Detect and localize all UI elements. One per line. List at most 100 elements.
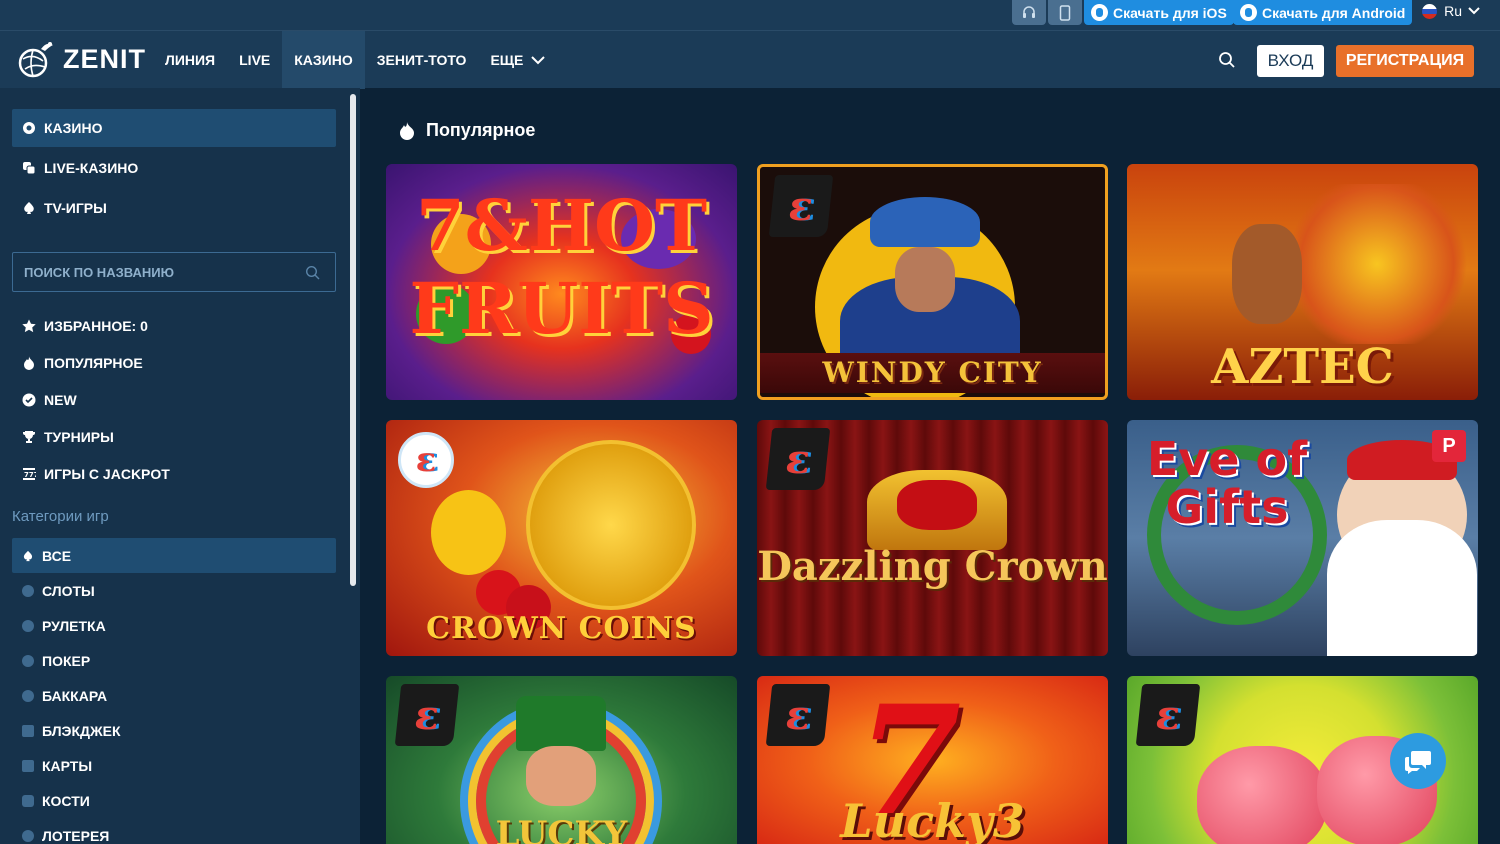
chat-bubble-icon: [1405, 751, 1431, 774]
trophy-icon: [23, 431, 35, 443]
provider-badge: ε: [765, 684, 831, 746]
cards-icon: [22, 759, 34, 772]
top-strip: Скачать для iOS Скачать для Android Ru: [0, 0, 1500, 30]
category-label: БЛЭКДЖЕК: [42, 722, 121, 739]
apple-icon: [1091, 4, 1108, 21]
category-dice[interactable]: КОСТИ: [12, 783, 336, 818]
sidebar-item-label: LIVE-КАЗИНО: [44, 160, 139, 176]
spade-icon: [23, 550, 33, 561]
category-all[interactable]: ВСЕ: [12, 538, 336, 573]
category-label: РУЛЕТКА: [42, 617, 106, 634]
main-header: ZENIT ЛИНИЯ LIVE КАЗИНО ЗЕНИТ-ТОТО ЕЩЕ В…: [0, 30, 1500, 89]
category-lottery[interactable]: ЛОТЕРЕЯ: [12, 818, 336, 844]
dice-icon: [23, 162, 36, 175]
zenit-logo[interactable]: ZENIT: [15, 39, 146, 79]
nav-item-zenit-toto[interactable]: ЗЕНИТ-ТОТО: [365, 31, 479, 89]
provider-badge: ε: [394, 684, 460, 746]
roulette-icon: [22, 619, 34, 632]
category-label: КАРТЫ: [42, 757, 93, 774]
login-button[interactable]: ВХОД: [1257, 45, 1324, 77]
logo-text: ZENIT: [63, 43, 146, 74]
category-label: КОСТИ: [42, 792, 90, 809]
provider-badge: ε: [768, 175, 834, 237]
game-tile-windy-city[interactable]: ε WINDY CITY: [757, 164, 1108, 400]
category-label: БАККАРА: [42, 687, 108, 704]
category-slots[interactable]: СЛОТЫ: [12, 573, 336, 608]
sidebar-item-tv-games[interactable]: TV-ИГРЫ: [12, 189, 336, 227]
category-label: ВСЕ: [42, 547, 72, 564]
sidebar-item-new[interactable]: NEW: [12, 381, 336, 419]
sidebar-item-tournaments[interactable]: ТУРНИРЫ: [12, 418, 336, 456]
category-baccarat[interactable]: БАККАРА: [12, 678, 336, 713]
game-title: WINDY CITY: [760, 353, 1105, 393]
game-tile-eve-of-gifts[interactable]: P Eve of Gifts: [1127, 420, 1478, 656]
category-label: ПОКЕР: [42, 652, 91, 669]
sidebar-item-jackpot[interactable]: 777 ИГРЫ С JACKPOT: [12, 455, 336, 493]
chat-button[interactable]: [1390, 733, 1446, 789]
fire-icon: [400, 121, 414, 140]
mobile-icon[interactable]: [1048, 0, 1082, 25]
nav-item-line[interactable]: ЛИНИЯ: [153, 31, 227, 89]
provider-badge: ε: [398, 432, 454, 488]
lottery-icon: [22, 829, 34, 842]
dice-icon: [22, 794, 34, 807]
search-placeholder: ПОИСК ПО НАЗВАНИЮ: [24, 264, 174, 280]
nav-item-live[interactable]: LIVE: [227, 31, 282, 89]
sidebar-item-label: TV-ИГРЫ: [44, 200, 107, 216]
headset-icon[interactable]: [1012, 0, 1046, 25]
category-cards[interactable]: КАРТЫ: [12, 748, 336, 783]
baccarat-icon: [22, 689, 34, 702]
spade-icon: [24, 202, 34, 214]
language-label: Ru: [1444, 3, 1462, 19]
sidebar-scrollbar[interactable]: [350, 94, 356, 586]
sidebar-item-label: КАЗИНО: [44, 120, 103, 136]
sidebar-item-favorites[interactable]: ИЗБРАННОЕ: 0: [12, 307, 336, 345]
chevron-down-icon: [1468, 7, 1480, 15]
search-icon: [305, 265, 320, 280]
new-badge-icon: [22, 393, 36, 407]
sidebar-item-popular[interactable]: ПОПУЛЯРНОЕ: [12, 344, 336, 382]
main-nav: ЛИНИЯ LIVE КАЗИНО ЗЕНИТ-ТОТО ЕЩЕ: [153, 31, 557, 89]
provider-badge: ε: [1135, 684, 1201, 746]
category-blackjack[interactable]: БЛЭКДЖЕК: [12, 713, 336, 748]
blackjack-card-icon: [22, 724, 34, 737]
download-android-label: Скачать для Android: [1262, 4, 1406, 21]
section-title-text: Популярное: [426, 120, 536, 140]
chevron-down-icon: [531, 55, 546, 64]
category-label: ЛОТЕРЕЯ: [42, 827, 110, 844]
game-title: 7&HOT FRUITS: [409, 184, 714, 350]
category-poker[interactable]: ПОКЕР: [12, 643, 336, 678]
game-tile-lucky3[interactable]: 7 ε Lucky3: [757, 676, 1108, 844]
poker-chip-icon: [22, 654, 34, 667]
sidebar: КАЗИНО LIVE-КАЗИНО TV-ИГРЫ ПОИСК ПО НАЗВ…: [0, 88, 360, 844]
register-button[interactable]: РЕГИСТРАЦИЯ: [1336, 45, 1474, 77]
game-tile-dazzling-crown[interactable]: ε Dazzling Crown: [757, 420, 1108, 656]
provider-badge: P: [1432, 430, 1466, 462]
game-title: Eve of Gifts: [1146, 432, 1308, 534]
game-tile-crown-coins[interactable]: ε CROWN COINS: [386, 420, 737, 656]
game-tile-aztec-coins[interactable]: AZTEC COINS: [1127, 164, 1478, 400]
sidebar-item-label: ИЗБРАННОЕ: 0: [44, 318, 148, 334]
game-title: Lucky3: [840, 794, 1025, 844]
sidebar-item-casino[interactable]: КАЗИНО: [12, 109, 336, 147]
game-title: AZTEC COINS: [1211, 339, 1394, 400]
nav-item-more-label: ЕЩЕ: [490, 52, 524, 68]
download-ios-label: Скачать для iOS: [1113, 4, 1227, 21]
game-search-input[interactable]: ПОИСК ПО НАЗВАНИЮ: [12, 252, 336, 292]
categories-title: Категории игр: [12, 508, 109, 525]
nav-item-more[interactable]: ЕЩЕ: [478, 31, 557, 89]
provider-badge: ε: [765, 428, 831, 490]
svg-text:777: 777: [24, 471, 36, 479]
sidebar-item-live-casino[interactable]: LIVE-КАЗИНО: [12, 149, 336, 187]
slots-icon: [22, 584, 34, 597]
download-android-button[interactable]: Скачать для Android: [1233, 0, 1413, 25]
category-roulette[interactable]: РУЛЕТКА: [12, 608, 336, 643]
game-title: CROWN COINS: [426, 611, 697, 646]
search-icon[interactable]: [1218, 51, 1236, 69]
language-selector[interactable]: Ru: [1422, 3, 1480, 19]
roulette-icon: [23, 122, 35, 134]
game-tile-hot-fruits[interactable]: 7&HOT FRUITS: [386, 164, 737, 400]
nav-item-casino[interactable]: КАЗИНО: [282, 31, 365, 89]
download-ios-button[interactable]: Скачать для iOS: [1084, 0, 1234, 25]
game-tile-lucky-leprechaun[interactable]: ε LUCKY: [386, 676, 737, 844]
